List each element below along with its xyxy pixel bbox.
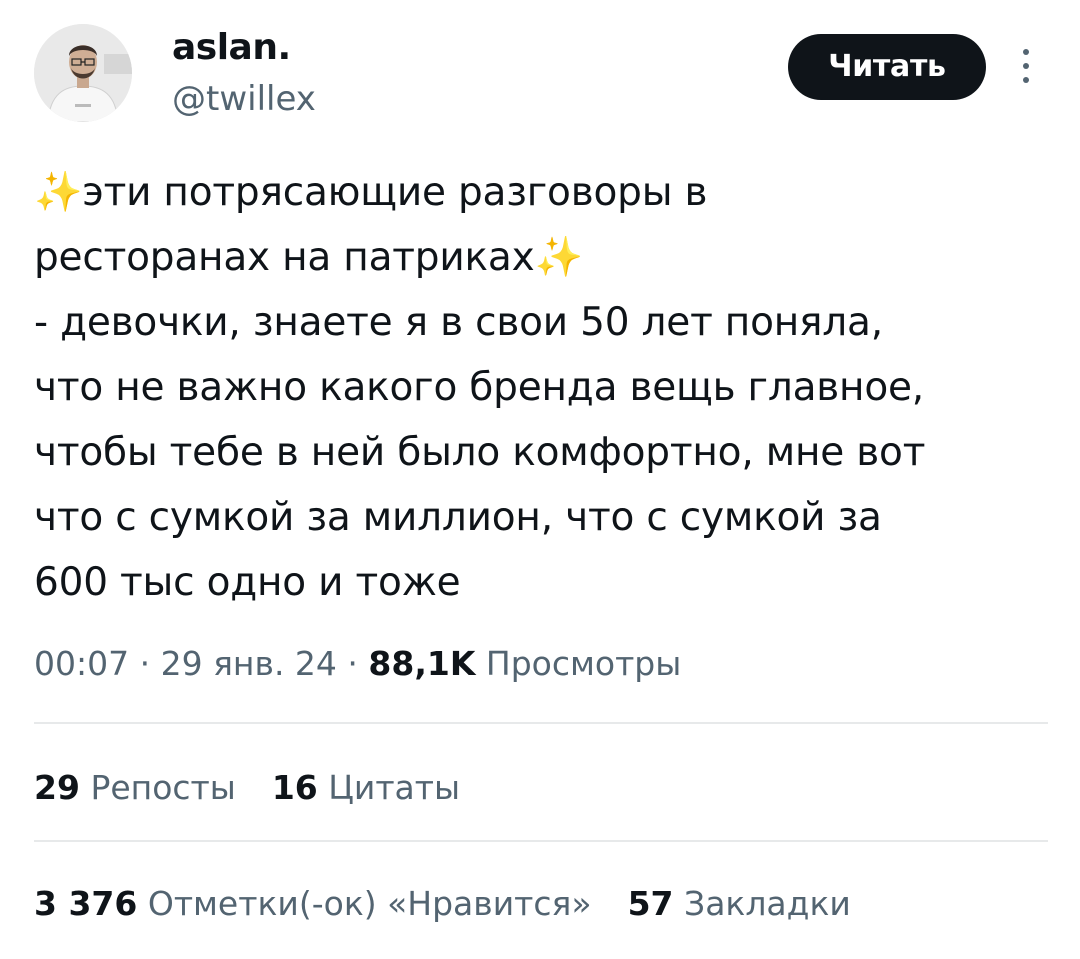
views-count: 88,1K	[368, 644, 476, 683]
meta-separator: ·	[129, 644, 161, 683]
stats-row-reposts: 29 Репосты 16 Цитаты	[34, 764, 496, 812]
likes-stat[interactable]: 3 376 Отметки(-ок) «Нравится»	[34, 880, 592, 928]
tweet-meta: 00:07 · 29 янв. 24 · 88,1K Просмотры	[34, 640, 681, 688]
tweet-time[interactable]: 00:07	[34, 644, 129, 683]
tweet-date[interactable]: 29 янв. 24	[161, 644, 337, 683]
follow-button[interactable]: Читать	[788, 34, 986, 100]
meta-separator: ·	[336, 644, 369, 683]
divider	[34, 722, 1048, 724]
avatar[interactable]	[34, 24, 132, 122]
divider	[34, 840, 1048, 842]
display-name[interactable]: aslan.	[172, 26, 291, 70]
views-label: Просмотры	[485, 644, 682, 683]
tweet-text: ✨эти потрясающие разговоры в ресторанах …	[34, 170, 926, 605]
user-handle[interactable]: @twillex	[172, 78, 316, 120]
reposts-stat[interactable]: 29 Репосты	[34, 764, 236, 812]
quotes-stat[interactable]: 16 Цитаты	[272, 764, 460, 812]
bookmarks-stat[interactable]: 57 Закладки	[628, 880, 851, 928]
avatar-image	[34, 24, 132, 122]
more-vertical-icon[interactable]	[1016, 44, 1036, 88]
stats-row-likes: 3 376 Отметки(-ок) «Нравится» 57 Закладки	[34, 880, 887, 928]
